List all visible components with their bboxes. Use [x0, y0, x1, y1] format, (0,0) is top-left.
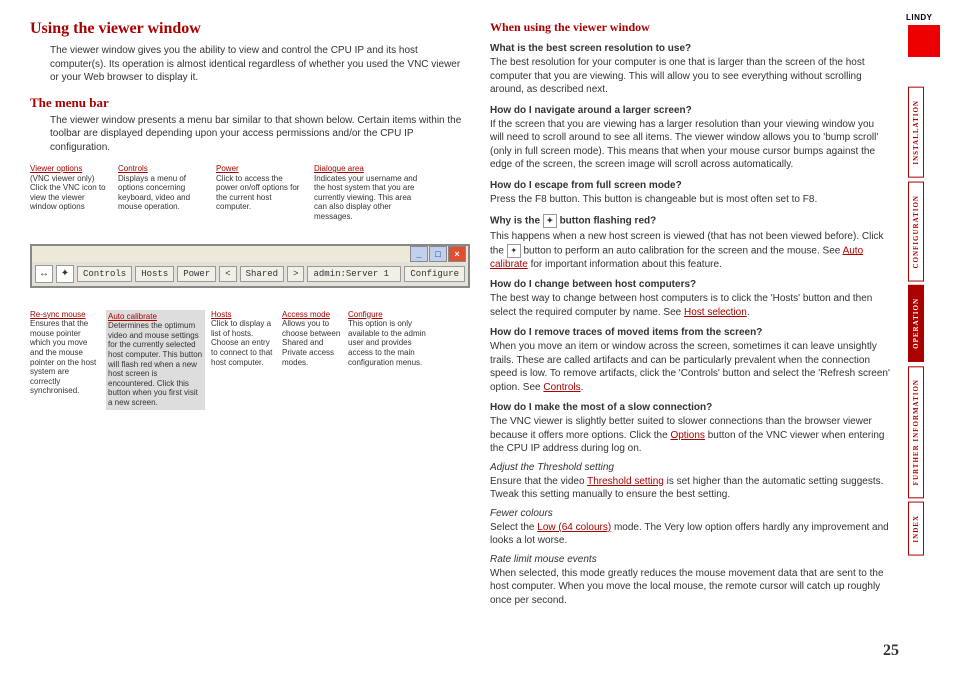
tab-installation[interactable]: INSTALLATION: [908, 87, 924, 178]
controls-button[interactable]: Controls: [77, 266, 132, 282]
a4c: for important information about this fea…: [528, 259, 722, 270]
tab-configuration[interactable]: CONFIGURATION: [908, 182, 924, 282]
q-escape: How do I escape from full screen mode?: [490, 180, 890, 191]
sub-threshold: Adjust the Threshold setting: [490, 462, 890, 473]
minimize-icon[interactable]: _: [410, 246, 428, 262]
calibrate-inline-icon-2: ✦: [507, 244, 521, 258]
a-ratelimit: When selected, this mode greatly reduces…: [490, 567, 890, 608]
callout-access-text: Allows you to choose between Shared and …: [282, 319, 340, 366]
a-resolution: The best resolution for your computer is…: [490, 56, 890, 97]
callout-hosts: Hosts: [211, 310, 231, 319]
hosts-button[interactable]: Hosts: [135, 266, 174, 282]
a-flashing: This happens when a new host screen is v…: [490, 230, 890, 271]
dialogue-area: admin:Server 1: [307, 266, 401, 282]
page-number: 25: [883, 642, 899, 660]
q-traces: How do I remove traces of moved items fr…: [490, 327, 890, 338]
access-mode-button[interactable]: Shared: [240, 266, 284, 282]
a5a: The best way to change between host comp…: [490, 293, 872, 318]
q-resolution: What is the best screen resolution to us…: [490, 43, 890, 54]
link-low-colours[interactable]: Low (64 colours): [537, 522, 611, 533]
s1a: Ensure that the video: [490, 476, 587, 487]
menu-bar-intro: The viewer window presents a menu bar si…: [30, 114, 470, 155]
a-threshold: Ensure that the video Threshold setting …: [490, 475, 890, 502]
callout-autocalibrate: Auto calibrate: [108, 312, 157, 321]
toolbar-diagram: _ □ × ↔ ✦ Controls Hosts Power < Shared …: [30, 244, 470, 288]
sub-ratelimit: Rate limit mouse events: [490, 554, 890, 565]
s2a: Select the: [490, 522, 537, 533]
access-prev[interactable]: <: [219, 266, 236, 282]
tab-further-info[interactable]: FURTHER INFORMATION: [908, 366, 924, 498]
callout-resync: Re-sync mouse: [30, 310, 86, 319]
callout-power-text: Click to access the power on/off options…: [216, 174, 299, 212]
link-controls[interactable]: Controls: [543, 382, 580, 393]
link-threshold[interactable]: Threshold setting: [587, 476, 664, 487]
link-options[interactable]: Options: [670, 430, 704, 441]
callout-power: Power: [216, 164, 239, 173]
q-flash-b: button flashing red?: [557, 216, 656, 227]
q-navigate: How do I navigate around a larger screen…: [490, 105, 890, 116]
callout-controls: Controls: [118, 164, 148, 173]
q-flashing: Why is the ✦ button flashing red?: [490, 214, 890, 228]
sidebar: INSTALLATION CONFIGURATION OPERATION FUR…: [908, 25, 946, 560]
a-colours: Select the Low (64 colours) mode. The Ve…: [490, 521, 890, 548]
callout-viewer-options: Viewer options: [30, 164, 82, 173]
callout-dialogue: Dialogue area: [314, 164, 364, 173]
access-next[interactable]: >: [287, 266, 304, 282]
right-heading: When using the viewer window: [490, 20, 890, 35]
a-navigate: If the screen that you are viewing has a…: [490, 118, 890, 172]
a5b: .: [747, 307, 750, 318]
top-callouts: Viewer options (VNC viewer only) Click t…: [30, 164, 470, 222]
callout-autocalibrate-text: Determines the optimum video and mouse s…: [108, 321, 202, 407]
a4b: button to perform an auto calibration fo…: [521, 245, 843, 256]
a6b: .: [581, 382, 584, 393]
close-icon[interactable]: ×: [448, 246, 466, 262]
resync-mouse-icon[interactable]: ↔: [35, 265, 53, 283]
callout-access: Access mode: [282, 310, 330, 319]
q-slow: How do I make the most of a slow connect…: [490, 402, 890, 413]
callout-viewer-options-text: (VNC viewer only) Click the VNC icon to …: [30, 174, 106, 212]
callout-resync-text: Ensures that the mouse pointer which you…: [30, 319, 96, 395]
tab-operation[interactable]: OPERATION: [908, 285, 924, 362]
page-title: Using the viewer window: [30, 20, 470, 38]
menu-bar-heading: The menu bar: [30, 95, 470, 111]
link-host-selection[interactable]: Host selection: [684, 307, 747, 318]
callout-configure: Configure: [348, 310, 383, 319]
calibrate-inline-icon: ✦: [543, 214, 557, 228]
a-escape: Press the F8 button. This button is chan…: [490, 193, 890, 207]
power-button[interactable]: Power: [177, 266, 216, 282]
sub-colours: Fewer colours: [490, 508, 890, 519]
intro-text: The viewer window gives you the ability …: [30, 44, 470, 85]
callout-dialogue-text: Indicates your username and the host sys…: [314, 174, 417, 221]
configure-button[interactable]: Configure: [404, 266, 465, 282]
a-traces: When you move an item or window across t…: [490, 340, 890, 394]
callout-configure-text: This option is only available to the adm…: [348, 319, 426, 366]
a-change-host: The best way to change between host comp…: [490, 292, 890, 319]
callout-hosts-text: Click to display a list of hosts. Choose…: [211, 319, 272, 366]
q-change-host: How do I change between host computers?: [490, 279, 890, 290]
bottom-callouts: Re-sync mouse Ensures that the mouse poi…: [30, 310, 470, 410]
callout-controls-text: Displays a menu of options concerning ke…: [118, 174, 190, 212]
a-slow: The VNC viewer is slightly better suited…: [490, 415, 890, 456]
brand-logo: [908, 25, 940, 57]
q-flash-a: Why is the: [490, 216, 543, 227]
titlebar: _ □ ×: [32, 246, 468, 262]
tab-index[interactable]: INDEX: [908, 502, 924, 556]
auto-calibrate-icon[interactable]: ✦: [56, 265, 74, 283]
maximize-icon[interactable]: □: [429, 246, 447, 262]
